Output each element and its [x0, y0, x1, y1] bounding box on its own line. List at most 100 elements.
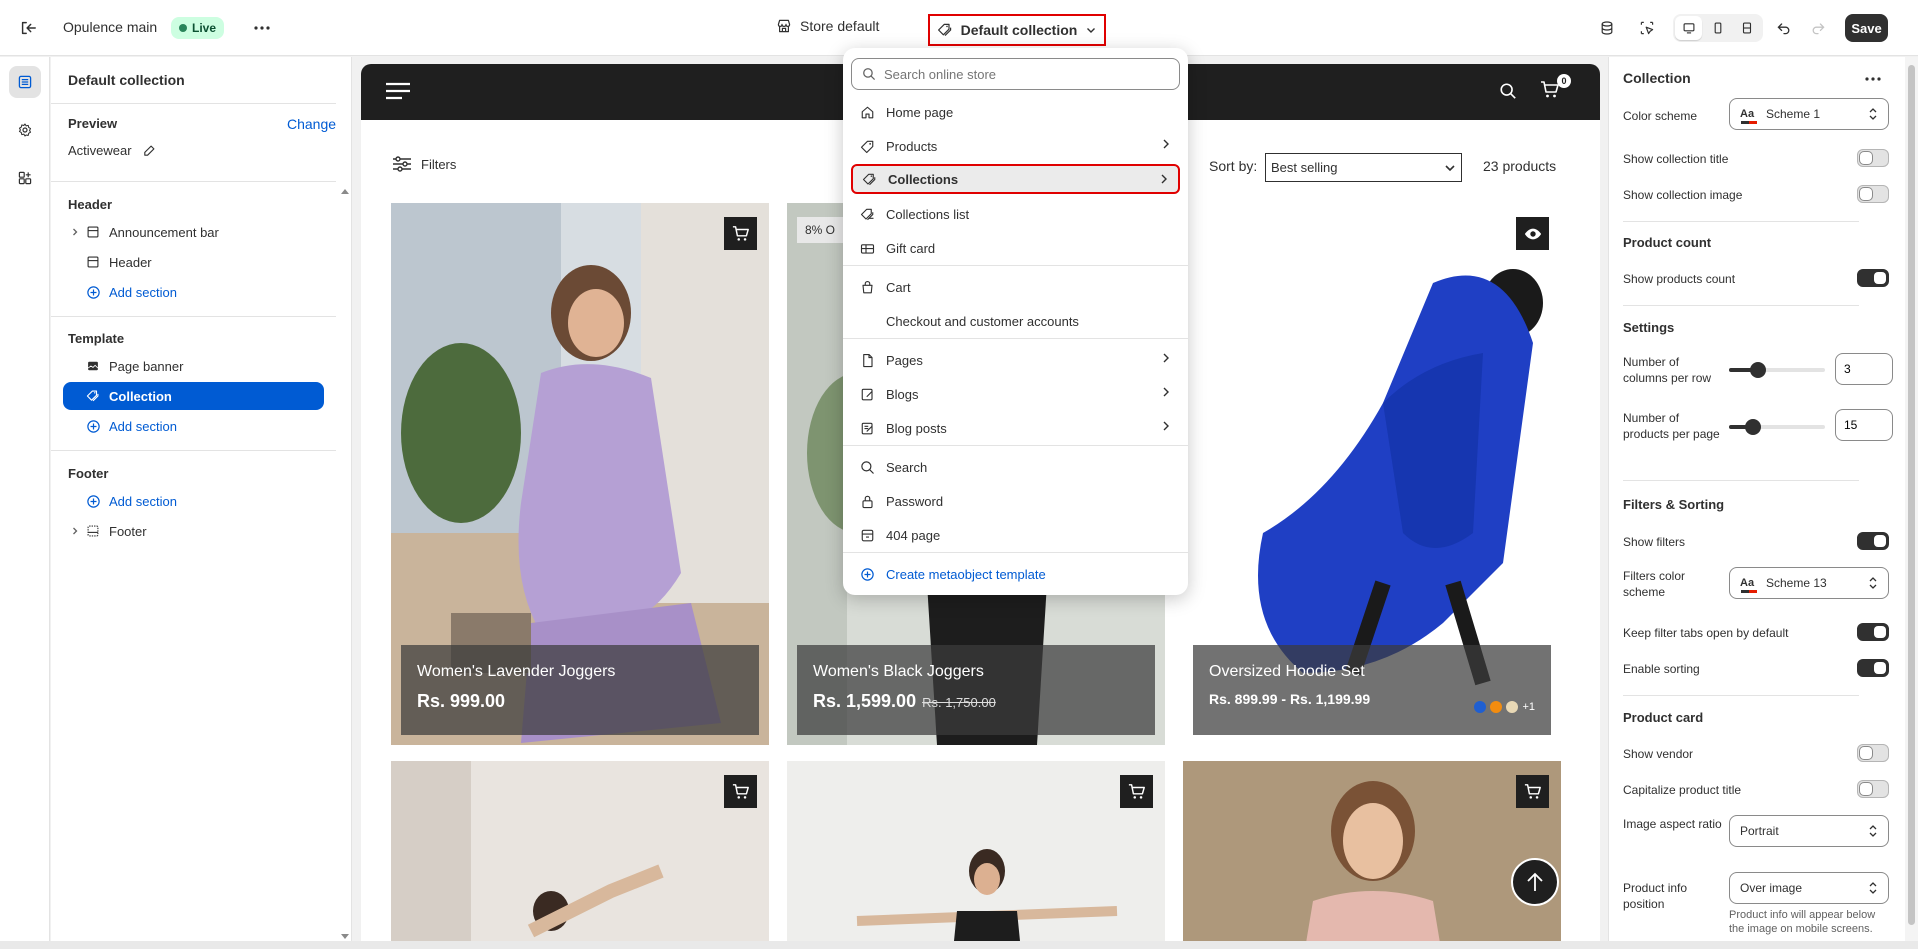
menu-item-search[interactable]: Search: [851, 452, 1180, 482]
per-page-input[interactable]: [1835, 409, 1893, 441]
scroll-to-top-button[interactable]: [1511, 858, 1559, 906]
add-section-template[interactable]: Add section: [63, 412, 324, 440]
store-selector[interactable]: Store default: [776, 18, 879, 34]
show-vendor-toggle[interactable]: [1857, 744, 1889, 762]
menu-item-gift-card[interactable]: Gift card: [851, 233, 1180, 263]
aspect-select[interactable]: Portrait: [1729, 815, 1889, 847]
section-header[interactable]: Header: [63, 248, 324, 276]
menu-item-products[interactable]: Products: [851, 131, 1180, 161]
add-to-cart-button[interactable]: [1120, 775, 1153, 808]
divider: [1623, 480, 1859, 481]
more-actions-icon[interactable]: [250, 16, 274, 40]
store-icon: [776, 18, 792, 34]
search-icon[interactable]: [1499, 82, 1517, 103]
menu-item-blogs[interactable]: Blogs: [851, 379, 1180, 409]
product-name[interactable]: Women's Black Joggers: [813, 663, 1139, 681]
sections-scrollbar[interactable]: [338, 57, 352, 949]
scrollbar-thumb[interactable]: [1908, 65, 1915, 925]
keep-tabs-toggle[interactable]: [1857, 623, 1889, 641]
columns-slider[interactable]: [1729, 362, 1825, 378]
add-to-cart-button[interactable]: [724, 217, 757, 250]
show-image-label: Show collection image: [1623, 188, 1743, 202]
section-page-banner[interactable]: Page banner: [63, 352, 324, 380]
slider-thumb[interactable]: [1745, 419, 1761, 435]
desktop-icon[interactable]: [1675, 16, 1703, 40]
mobile-icon[interactable]: [1704, 16, 1731, 40]
left-rail: [0, 57, 50, 949]
undo-icon[interactable]: [1772, 16, 1796, 40]
menu-item-collections[interactable]: Collections: [851, 164, 1180, 194]
more-actions-icon[interactable]: [1865, 69, 1881, 84]
add-to-cart-button[interactable]: [724, 775, 757, 808]
menu-item-404-page[interactable]: 404 page: [851, 520, 1180, 550]
columns-input[interactable]: [1835, 353, 1893, 385]
fullscreen-icon[interactable]: [1734, 16, 1761, 40]
dropdown-search[interactable]: [851, 58, 1180, 90]
settings-gear-icon[interactable]: [9, 114, 41, 146]
product-card[interactable]: [391, 761, 769, 949]
settings-scrollbar[interactable]: [1905, 57, 1918, 949]
exit-icon[interactable]: [16, 16, 40, 40]
add-to-cart-button[interactable]: [1516, 775, 1549, 808]
product-card[interactable]: Oversized Hoodie Set Rs. 899.99 - Rs. 1,…: [1183, 203, 1561, 745]
menu-item-label: Products: [886, 138, 938, 154]
capitalize-toggle[interactable]: [1857, 780, 1889, 798]
database-icon[interactable]: [1595, 16, 1619, 40]
show-filters-toggle[interactable]: [1857, 532, 1889, 550]
swatch-orange[interactable]: [1490, 701, 1503, 713]
show-products-count-toggle[interactable]: [1857, 269, 1889, 287]
search-input[interactable]: [884, 66, 1164, 82]
menu-item-blog-posts[interactable]: Blog posts: [851, 413, 1180, 443]
chevron-right-icon[interactable]: [67, 523, 83, 539]
section-collection[interactable]: Collection: [63, 382, 324, 410]
add-section-header[interactable]: Add section: [63, 278, 324, 306]
slider-thumb[interactable]: [1749, 362, 1766, 378]
edit-pencil-icon[interactable]: [142, 144, 156, 158]
product-name[interactable]: Women's Lavender Joggers: [417, 663, 743, 681]
template-selector[interactable]: Default collection: [928, 14, 1106, 46]
show-title-toggle[interactable]: [1857, 149, 1889, 167]
product-name[interactable]: Oversized Hoodie Set: [1209, 663, 1535, 681]
product-card[interactable]: [1183, 761, 1561, 949]
section-announcement-bar[interactable]: Announcement bar: [63, 218, 324, 246]
filters-button[interactable]: Filters: [393, 156, 456, 172]
menu-item-cart[interactable]: Cart: [851, 272, 1180, 302]
filters-scheme-select[interactable]: Aa Scheme 13: [1729, 567, 1889, 599]
redo-icon[interactable]: [1806, 16, 1830, 40]
inspector-icon[interactable]: [1635, 16, 1659, 40]
show-image-toggle[interactable]: [1857, 185, 1889, 203]
add-section-label: Add section: [109, 418, 177, 434]
sections-icon[interactable]: [9, 66, 41, 98]
menu-item-home-page[interactable]: Home page: [851, 97, 1180, 127]
select-caret-icon: [1868, 107, 1878, 124]
add-circle-icon: [85, 418, 101, 434]
create-metaobject-template[interactable]: Create metaobject template: [851, 559, 1180, 589]
quick-view-eye-icon[interactable]: [1516, 217, 1549, 250]
enable-sorting-toggle[interactable]: [1857, 659, 1889, 677]
apps-icon[interactable]: [9, 162, 41, 194]
add-section-footer[interactable]: Add section: [63, 487, 324, 515]
menu-item-collections-list[interactable]: Collections list: [851, 199, 1180, 229]
menu-item-checkout[interactable]: Checkout and customer accounts: [851, 306, 1180, 336]
section-footer[interactable]: Footer: [63, 517, 324, 545]
change-preview-link[interactable]: Change: [287, 116, 336, 132]
swatch-blue[interactable]: [1474, 701, 1487, 713]
chevron-right-icon[interactable]: [67, 224, 83, 240]
menu-item-label: Password: [886, 493, 944, 509]
sort-select[interactable]: Best selling: [1265, 153, 1462, 182]
swatch-beige[interactable]: [1506, 701, 1519, 713]
product-card[interactable]: Women's Lavender Joggers Rs. 999.00: [391, 203, 769, 745]
save-button[interactable]: Save: [1845, 14, 1888, 42]
product-card[interactable]: [787, 761, 1165, 949]
color-scheme-select[interactable]: Aa Scheme 1: [1729, 98, 1889, 130]
per-page-slider[interactable]: [1729, 419, 1825, 435]
add-circle-icon: [85, 493, 101, 509]
menu-hamburger-icon[interactable]: [386, 82, 410, 103]
enable-sorting-label: Enable sorting: [1623, 662, 1700, 676]
menu-item-password[interactable]: Password: [851, 486, 1180, 516]
horizontal-scrollbar[interactable]: [0, 941, 1918, 949]
sort-label: Sort by:: [1209, 158, 1258, 174]
info-position-select[interactable]: Over image: [1729, 872, 1889, 904]
menu-item-pages[interactable]: Pages: [851, 345, 1180, 375]
